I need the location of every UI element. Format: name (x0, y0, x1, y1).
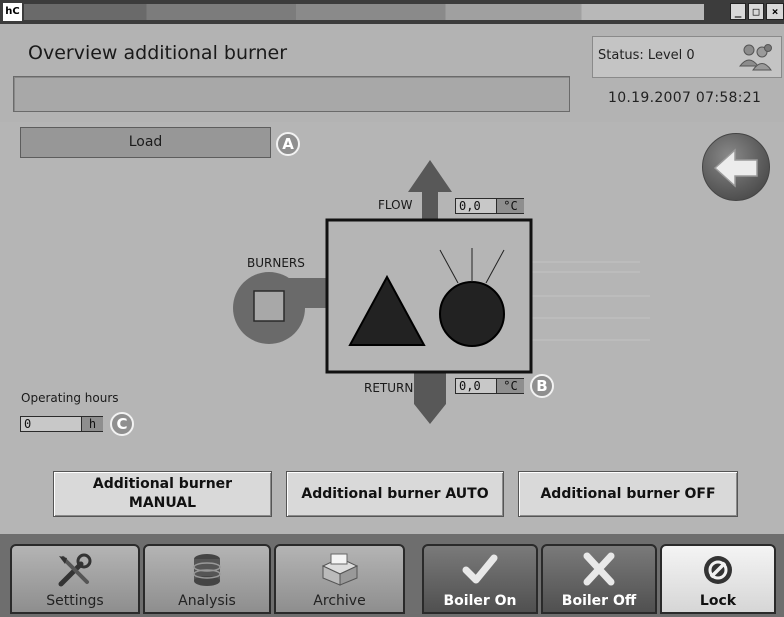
nav-lock-button[interactable]: Lock (660, 544, 776, 614)
manual-button-line2: MANUAL (128, 495, 197, 511)
database-icon (193, 554, 221, 586)
nav-boiler-off-button[interactable]: Boiler Off (541, 544, 657, 614)
nav-boiler-on-button[interactable]: Boiler On (422, 544, 538, 614)
return-arrow-icon (414, 372, 446, 424)
nav-settings-label: Settings (46, 593, 104, 609)
close-button[interactable]: × (766, 3, 784, 20)
additional-burner-manual-button[interactable]: Additional burner MANUAL (53, 471, 272, 517)
flow-value: 0,0 (459, 199, 481, 213)
x-mark-icon (583, 552, 615, 586)
return-unit: °C (496, 379, 524, 393)
nav-settings-button[interactable]: Settings (10, 544, 140, 614)
checkmark-icon (462, 554, 498, 584)
operating-hours-value: 0 (24, 417, 32, 431)
flow-arrow-icon (408, 160, 452, 220)
callout-c: C (110, 412, 134, 436)
lock-icon (704, 556, 732, 584)
flow-value-field: 0,0 °C (455, 198, 524, 214)
app-logo: hC (3, 3, 22, 21)
flow-unit: °C (496, 199, 524, 213)
nav-boiler-on-label: Boiler On (443, 593, 517, 609)
return-value-field: 0,0 °C (455, 378, 524, 394)
nav-archive-label: Archive (313, 593, 366, 609)
callout-b: B (530, 374, 554, 398)
users-icon[interactable] (737, 42, 775, 72)
additional-burner-auto-button[interactable]: Additional burner AUTO (286, 471, 504, 517)
window-titlebar (0, 0, 784, 24)
nav-archive-button[interactable]: Archive (274, 544, 405, 614)
datetime: 10.19.2007 07:58:21 (608, 90, 762, 106)
nav-lock-label: Lock (699, 593, 737, 609)
message-bar (13, 76, 570, 112)
flow-label: FLOW (378, 198, 413, 212)
boiler-box (325, 218, 533, 374)
manual-button-line1: Additional burner (92, 476, 233, 492)
tools-icon (58, 553, 92, 587)
return-label: RETURN (364, 381, 414, 395)
flame-icon (439, 281, 505, 347)
additional-burner-off-button[interactable]: Additional burner OFF (518, 471, 738, 517)
archive-box-icon (321, 553, 358, 586)
minimize-button[interactable]: _ (730, 3, 746, 20)
burners-label: BURNERS (247, 256, 305, 270)
operating-hours-field: 0 h (20, 416, 103, 432)
operating-hours-label: Operating hours (21, 391, 119, 405)
operating-hours-unit: h (81, 417, 103, 431)
nav-boiler-off-label: Boiler Off (561, 593, 637, 609)
page-title: Overview additional burner (28, 42, 288, 64)
status-text: Status: Level 0 (598, 48, 695, 63)
nav-analysis-label: Analysis (178, 593, 236, 609)
maximize-button[interactable]: □ (748, 3, 764, 20)
return-value: 0,0 (459, 379, 481, 393)
nav-analysis-button[interactable]: Analysis (143, 544, 271, 614)
